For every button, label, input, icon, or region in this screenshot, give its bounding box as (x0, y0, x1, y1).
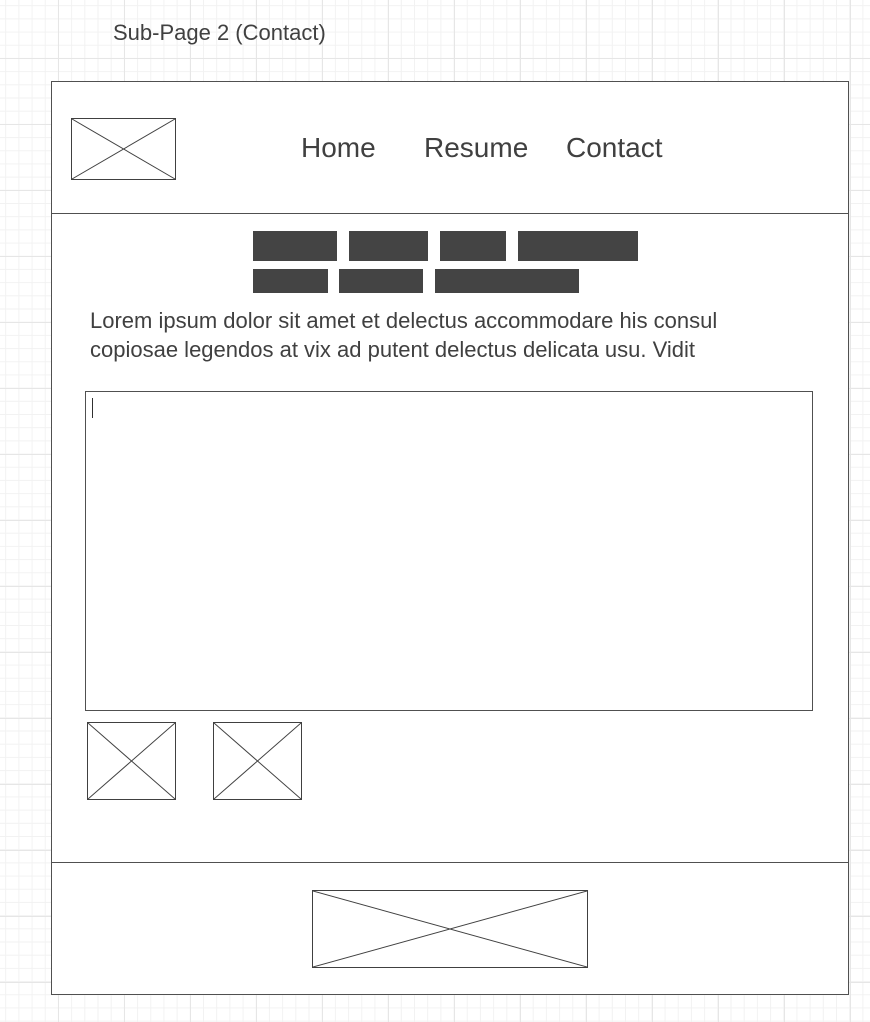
nav-link-resume[interactable]: Resume (424, 132, 528, 164)
thumbnail-image-placeholder[interactable] (87, 722, 176, 800)
tag-button[interactable] (435, 269, 579, 293)
footer-image-placeholder (312, 890, 588, 968)
wireframe-page: Home Resume Contact Lorem ipsum dolor si… (51, 81, 849, 995)
tag-button[interactable] (253, 269, 328, 293)
intro-text: Lorem ipsum dolor sit amet et delectus a… (90, 308, 718, 362)
thumbnail-image-placeholder[interactable] (213, 722, 302, 800)
tag-button[interactable] (440, 231, 506, 261)
text-caret (92, 398, 93, 418)
nav-link-contact[interactable]: Contact (566, 132, 663, 164)
image-placeholder-icon (72, 119, 175, 179)
image-placeholder-icon (313, 891, 587, 967)
message-textarea[interactable] (85, 391, 813, 711)
page-title: Sub-Page 2 (Contact) (113, 20, 326, 45)
tag-button[interactable] (339, 269, 423, 293)
header-divider (52, 213, 848, 214)
tag-button[interactable] (518, 231, 638, 261)
footer-divider (52, 862, 848, 863)
image-placeholder-icon (214, 723, 301, 799)
tag-button[interactable] (253, 231, 337, 261)
logo-image-placeholder (71, 118, 176, 180)
tag-button[interactable] (349, 231, 428, 261)
nav-link-home[interactable]: Home (301, 132, 376, 164)
image-placeholder-icon (88, 723, 175, 799)
